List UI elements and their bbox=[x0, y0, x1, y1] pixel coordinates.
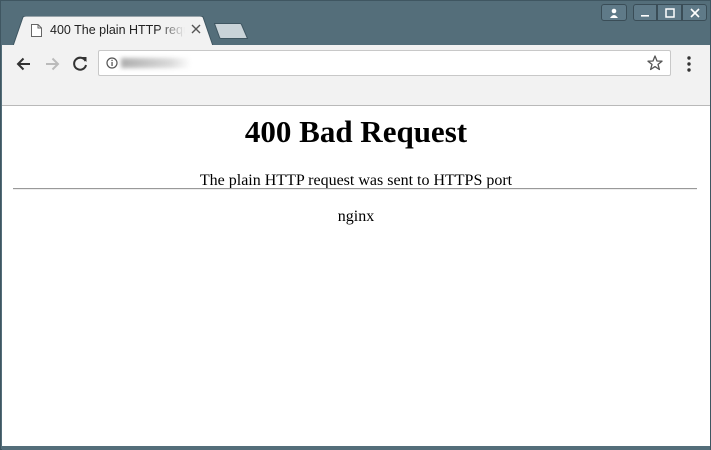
back-arrow-icon[interactable] bbox=[13, 53, 35, 75]
close-icon bbox=[191, 24, 201, 34]
tab-close-button[interactable] bbox=[189, 23, 203, 37]
close-icon bbox=[689, 7, 700, 18]
toolbar bbox=[2, 45, 710, 106]
address-bar[interactable] bbox=[98, 50, 671, 76]
minimize-button[interactable] bbox=[633, 4, 657, 21]
profile-icon bbox=[610, 8, 618, 18]
menu-dots-icon[interactable] bbox=[678, 53, 700, 75]
server-name: nginx bbox=[337, 208, 375, 225]
page-icon bbox=[31, 24, 42, 37]
star-icon[interactable] bbox=[646, 54, 664, 72]
tab-active[interactable]: 400 The plain HTTP request was sent to H… bbox=[13, 16, 213, 46]
tab-title: 400 The plain HTTP request was sent to H… bbox=[50, 23, 185, 37]
forward-arrow-icon[interactable] bbox=[41, 53, 63, 75]
url-text[interactable] bbox=[121, 58, 191, 68]
maximize-button[interactable] bbox=[657, 4, 682, 21]
page-heading: 400 Bad Request bbox=[244, 114, 468, 149]
browser-window: 400 The plain HTTP request was sent to H… bbox=[0, 0, 711, 450]
new-tab-button[interactable] bbox=[214, 23, 250, 39]
reload-icon[interactable] bbox=[69, 53, 91, 75]
divider bbox=[13, 188, 697, 190]
profile-button[interactable] bbox=[601, 4, 627, 21]
window-bottom-border bbox=[2, 446, 710, 450]
info-icon[interactable] bbox=[106, 57, 118, 69]
maximize-icon bbox=[664, 7, 675, 18]
page-content: 400 Bad Request The plain HTTP request w… bbox=[2, 106, 710, 446]
window-close-button[interactable] bbox=[682, 4, 707, 21]
minimize-icon bbox=[641, 14, 649, 17]
